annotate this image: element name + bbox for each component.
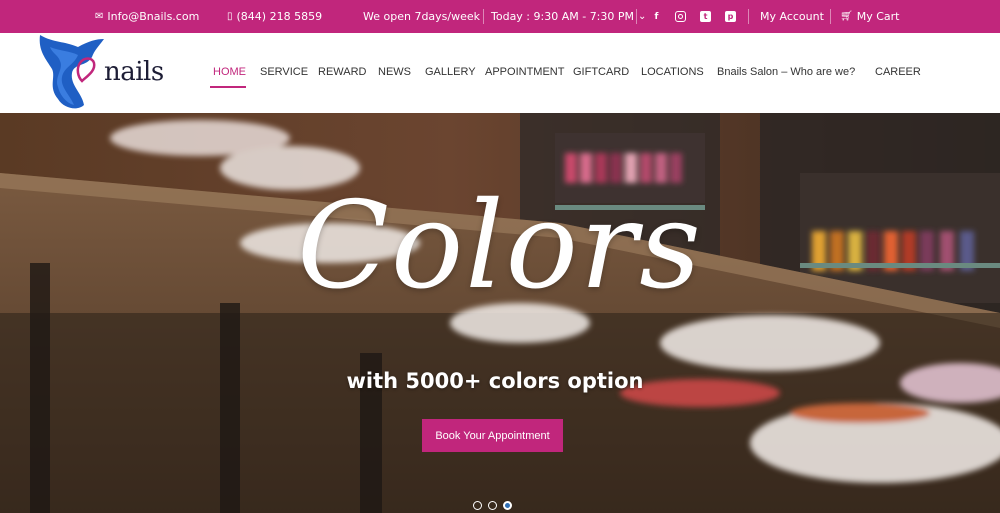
pinterest-icon[interactable]: p (725, 11, 736, 22)
my-account-link[interactable]: My Account (760, 0, 824, 33)
divider (483, 9, 484, 24)
slide-dot-2[interactable] (488, 501, 497, 510)
phone-text: (844) 218 5859 (236, 10, 323, 23)
slide-dot-3[interactable] (503, 501, 512, 510)
phone-link[interactable]: ▯ (844) 218 5859 (227, 0, 322, 33)
slide-dot-1[interactable] (473, 501, 482, 510)
instagram-icon[interactable] (675, 11, 686, 22)
email-text: Info@Bnails.com (107, 10, 200, 23)
open-days-text: We open 7days/week (363, 10, 481, 23)
hero-slider: Colors with 5000+ colors option Book You… (0, 113, 1000, 513)
slider-pagination (473, 501, 512, 510)
logo[interactable]: nails (34, 33, 174, 113)
hero-subtitle: with 5000+ colors option (346, 369, 644, 393)
book-appointment-button[interactable]: Book Your Appointment (422, 419, 563, 452)
hours-dropdown[interactable]: Today : 9:30 AM - 7:30 PM ⌄ (491, 0, 646, 33)
twitter-icon[interactable]: t (700, 11, 711, 22)
divider (830, 9, 831, 24)
nav-news[interactable]: NEWS (378, 66, 411, 78)
hours-text: Today : 9:30 AM - 7:30 PM (491, 10, 635, 23)
nav-giftcard[interactable]: GIFTCARD (573, 66, 629, 78)
nav-locations[interactable]: LOCATIONS (641, 66, 704, 78)
nav-reward[interactable]: REWARD (318, 66, 366, 78)
active-nav-underline (210, 86, 246, 88)
nav-career[interactable]: CAREER (875, 66, 921, 78)
my-cart-link[interactable]: 🛒︎ My Cart (840, 0, 899, 33)
phone-icon: ▯ (227, 11, 233, 22)
email-link[interactable]: ✉ Info@Bnails.com (95, 0, 199, 33)
my-cart-text: My Cart (856, 10, 900, 23)
divider (636, 9, 637, 24)
nav-service[interactable]: SERVICE (260, 66, 308, 78)
top-bar: ✉ Info@Bnails.com ▯ (844) 218 5859 We op… (0, 0, 1000, 33)
nav-gallery[interactable]: GALLERY (425, 66, 476, 78)
nav-about[interactable]: Bnails Salon – Who are we? (717, 66, 855, 78)
logo-text: nails (104, 57, 164, 87)
facebook-icon[interactable]: f (651, 11, 662, 22)
nav-home[interactable]: HOME (213, 66, 246, 78)
hero-title: Colors (297, 177, 703, 316)
cart-icon: 🛒︎ (840, 11, 853, 22)
divider (748, 9, 749, 24)
nav-appointment[interactable]: APPOINTMENT (485, 66, 564, 78)
site-header: nails HOME SERVICE REWARD NEWS GALLERY A… (0, 33, 1000, 113)
envelope-icon: ✉ (95, 11, 104, 22)
chevron-down-icon: ⌄ (638, 11, 647, 22)
